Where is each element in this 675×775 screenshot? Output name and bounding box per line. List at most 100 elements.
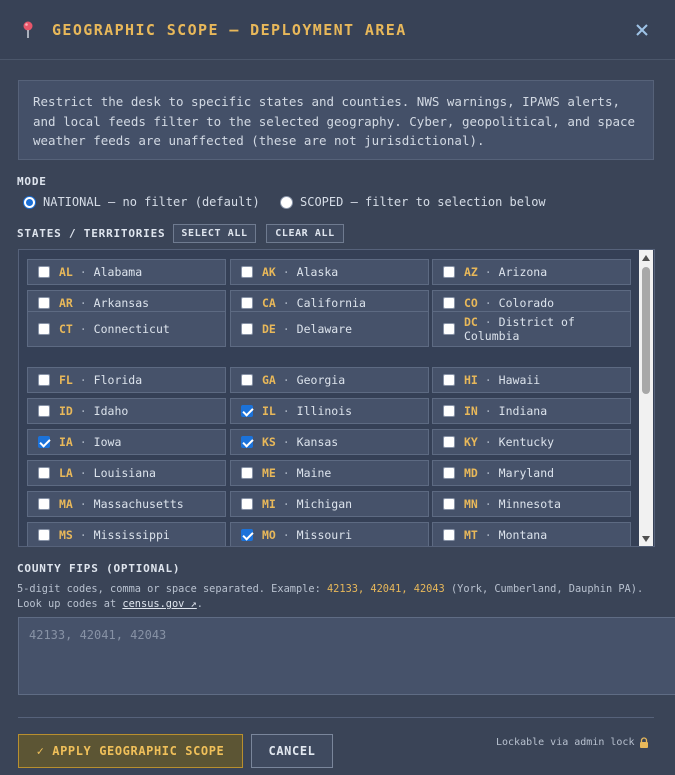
state-checkbox[interactable] bbox=[38, 529, 50, 541]
fips-help-text: 5-digit codes, comma or space separated.… bbox=[17, 582, 662, 612]
state-item-la[interactable]: LA · Louisiana bbox=[27, 460, 226, 486]
state-item-me[interactable]: ME · Maine bbox=[230, 460, 429, 486]
state-label: MI · Michigan bbox=[262, 497, 352, 511]
state-separator: · bbox=[282, 322, 290, 336]
state-checkbox[interactable] bbox=[38, 436, 50, 448]
fips-help-end: . bbox=[196, 598, 203, 610]
state-item-mn[interactable]: MN · Minnesota bbox=[432, 491, 631, 517]
state-label: IA · Iowa bbox=[59, 435, 121, 449]
state-checkbox[interactable] bbox=[443, 436, 455, 448]
state-name: Arizona bbox=[498, 265, 548, 279]
state-checkbox[interactable] bbox=[241, 498, 253, 510]
state-code: ID bbox=[59, 404, 73, 418]
state-separator: · bbox=[484, 497, 492, 511]
state-checkbox[interactable] bbox=[38, 266, 50, 278]
state-item-hi[interactable]: HI · Hawaii bbox=[432, 367, 631, 393]
state-item-ak[interactable]: AK · Alaska bbox=[230, 259, 429, 285]
state-name: Kentucky bbox=[498, 435, 555, 449]
states-list[interactable]: AL · Alabama AK · Alaska AZ · Arizona AR · … bbox=[18, 249, 655, 547]
state-item-dc[interactable]: DC · District of Columbia bbox=[432, 311, 631, 347]
state-item-ma[interactable]: MA · Massachusetts bbox=[27, 491, 226, 517]
state-checkbox[interactable] bbox=[443, 529, 455, 541]
state-checkbox[interactable] bbox=[443, 323, 455, 335]
state-code: KY bbox=[464, 435, 478, 449]
state-item-ia[interactable]: IA · Iowa bbox=[27, 429, 226, 455]
states-scrollbar[interactable] bbox=[639, 250, 653, 546]
census-link[interactable]: census.gov ↗ bbox=[122, 598, 196, 610]
state-item-fl[interactable]: FL · Florida bbox=[27, 367, 226, 393]
state-code: MA bbox=[59, 497, 73, 511]
state-item-md[interactable]: MD · Maryland bbox=[432, 460, 631, 486]
state-checkbox[interactable] bbox=[241, 266, 253, 278]
fips-input[interactable] bbox=[18, 617, 675, 695]
state-separator: · bbox=[484, 404, 492, 418]
state-checkbox[interactable] bbox=[38, 405, 50, 417]
state-separator: · bbox=[484, 373, 492, 387]
state-item-il[interactable]: IL · Illinois bbox=[230, 398, 429, 424]
state-code: CT bbox=[59, 322, 73, 336]
mode-option-scoped[interactable]: SCOPED — filter to selection below bbox=[280, 193, 546, 211]
state-code: LA bbox=[59, 466, 73, 480]
state-checkbox[interactable] bbox=[443, 498, 455, 510]
state-item-al[interactable]: AL · Alabama bbox=[27, 259, 226, 285]
state-item-mo[interactable]: MO · Missouri bbox=[230, 522, 429, 546]
state-name: Idaho bbox=[93, 404, 129, 418]
state-label: AK · Alaska bbox=[262, 265, 338, 279]
state-label: CA · California bbox=[262, 296, 366, 310]
state-checkbox[interactable] bbox=[241, 374, 253, 386]
state-checkbox[interactable] bbox=[241, 405, 253, 417]
apply-scope-button[interactable]: ✓ APPLY GEOGRAPHIC SCOPE bbox=[18, 734, 243, 768]
state-checkbox[interactable] bbox=[241, 436, 253, 448]
state-separator: · bbox=[282, 404, 290, 418]
state-checkbox[interactable] bbox=[443, 405, 455, 417]
state-item-az[interactable]: AZ · Arizona bbox=[432, 259, 631, 285]
state-label: FL · Florida bbox=[59, 373, 142, 387]
state-checkbox[interactable] bbox=[241, 323, 253, 335]
state-label: ID · Idaho bbox=[59, 404, 128, 418]
state-checkbox[interactable] bbox=[241, 467, 253, 479]
state-code: AL bbox=[59, 265, 73, 279]
state-separator: · bbox=[484, 466, 492, 480]
state-code: HI bbox=[464, 373, 478, 387]
state-checkbox[interactable] bbox=[241, 529, 253, 541]
state-item-ky[interactable]: KY · Kentucky bbox=[432, 429, 631, 455]
state-name: Florida bbox=[93, 373, 143, 387]
close-icon[interactable] bbox=[632, 20, 652, 40]
state-item-id[interactable]: ID · Idaho bbox=[27, 398, 226, 424]
state-checkbox[interactable] bbox=[443, 374, 455, 386]
state-item-mt[interactable]: MT · Montana bbox=[432, 522, 631, 546]
state-item-ga[interactable]: GA · Georgia bbox=[230, 367, 429, 393]
state-checkbox[interactable] bbox=[38, 323, 50, 335]
state-item-ks[interactable]: KS · Kansas bbox=[230, 429, 429, 455]
radio-national[interactable] bbox=[23, 195, 36, 209]
state-code: MT bbox=[464, 528, 478, 542]
state-item-mi[interactable]: MI · Michigan bbox=[230, 491, 429, 517]
state-checkbox[interactable] bbox=[38, 374, 50, 386]
mode-option-national[interactable]: NATIONAL — no filter (default) bbox=[23, 193, 260, 211]
state-item-in[interactable]: IN · Indiana bbox=[432, 398, 631, 424]
state-checkbox[interactable] bbox=[38, 467, 50, 479]
state-label: LA · Louisiana bbox=[59, 466, 156, 480]
state-checkbox[interactable] bbox=[38, 498, 50, 510]
clear-all-button[interactable]: CLEAR ALL bbox=[266, 224, 344, 243]
scrollbar-thumb[interactable] bbox=[642, 267, 650, 394]
state-code: IA bbox=[59, 435, 73, 449]
state-item-ct[interactable]: CT · Connecticut bbox=[27, 311, 226, 347]
state-item-ms[interactable]: MS · Mississippi bbox=[27, 522, 226, 546]
state-checkbox[interactable] bbox=[443, 467, 455, 479]
state-separator: · bbox=[282, 528, 290, 542]
state-checkbox[interactable] bbox=[443, 297, 455, 309]
select-all-button[interactable]: SELECT ALL bbox=[173, 224, 256, 243]
footer-divider bbox=[18, 717, 654, 718]
state-code: DC bbox=[464, 315, 478, 329]
cancel-button[interactable]: CANCEL bbox=[251, 734, 333, 768]
state-checkbox[interactable] bbox=[241, 297, 253, 309]
state-checkbox[interactable] bbox=[443, 266, 455, 278]
scroll-up-arrow-icon[interactable] bbox=[642, 255, 650, 261]
scroll-down-arrow-icon[interactable] bbox=[642, 536, 650, 542]
lock-note-text: Lockable via admin lock bbox=[496, 736, 635, 748]
state-label: AZ · Arizona bbox=[464, 265, 547, 279]
state-checkbox[interactable] bbox=[38, 297, 50, 309]
radio-scoped[interactable] bbox=[280, 195, 293, 209]
state-item-de[interactable]: DE · Delaware bbox=[230, 311, 429, 347]
